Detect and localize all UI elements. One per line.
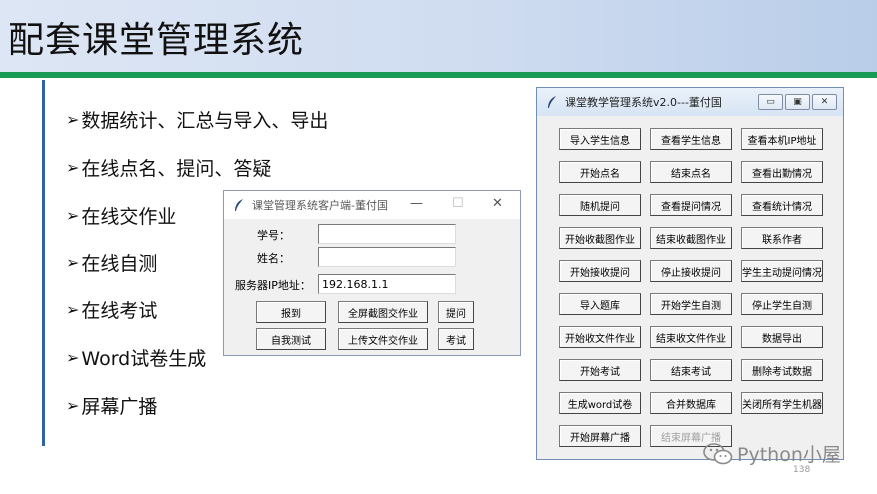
bullet-marker-icon: ➢ bbox=[66, 347, 80, 367]
bullet-marker-icon: ➢ bbox=[66, 205, 80, 225]
delete-exam-data-button[interactable]: 删除考试数据 bbox=[741, 359, 823, 381]
bullet-text: 在线自测 bbox=[81, 252, 158, 275]
start-broadcast-button[interactable]: 开始屏幕广播 bbox=[559, 425, 641, 447]
feather-icon bbox=[548, 96, 556, 108]
client-window: 课堂管理系统客户端-董付国 — ☐ ✕ 学号： 姓名： 服务器IP地址： 192… bbox=[223, 190, 521, 356]
screenshot-homework-button[interactable]: 全屏截图交作业 bbox=[338, 301, 428, 323]
name-label: 姓名： bbox=[257, 252, 290, 265]
close-button[interactable]: ✕ bbox=[492, 196, 503, 211]
bullet-marker-icon: ➢ bbox=[66, 299, 80, 319]
maximize-button[interactable]: ▣ bbox=[785, 94, 810, 110]
close-button[interactable]: ✕ bbox=[812, 94, 837, 110]
feather-icon bbox=[235, 199, 243, 211]
teacher-window-title: 课堂教学管理系统v2.0---董付国 bbox=[565, 96, 722, 109]
student-questions-button[interactable]: 学生主动提问情况 bbox=[741, 260, 823, 282]
start-exam-button[interactable]: 开始考试 bbox=[559, 359, 641, 381]
bullet-item: ➢ 在线点名、提问、答疑 bbox=[66, 152, 271, 182]
name-input[interactable] bbox=[318, 247, 456, 267]
generate-word-exam-button[interactable]: 生成word试卷 bbox=[559, 392, 641, 414]
side-divider bbox=[42, 80, 45, 446]
page-number: 138 bbox=[793, 465, 811, 475]
slide-header: 配套课堂管理系统 bbox=[0, 0, 877, 72]
header-divider bbox=[0, 72, 877, 78]
end-screenshot-homework-button[interactable]: 结束收截图作业 bbox=[650, 227, 732, 249]
start-roll-call-button[interactable]: 开始点名 bbox=[559, 161, 641, 183]
bullet-item: ➢ 数据统计、汇总与导入、导出 bbox=[66, 104, 328, 134]
shutdown-students-button[interactable]: 关闭所有学生机器 bbox=[741, 392, 823, 414]
bullet-text: 在线考试 bbox=[81, 299, 158, 322]
import-question-bank-button[interactable]: 导入题库 bbox=[559, 293, 641, 315]
slide-title: 配套课堂管理系统 bbox=[8, 20, 305, 61]
bullet-text: 数据统计、汇总与导入、导出 bbox=[81, 109, 329, 132]
end-roll-call-button[interactable]: 结束点名 bbox=[650, 161, 732, 183]
bullet-item: ➢ Word试卷生成 bbox=[66, 342, 206, 372]
bullet-text: 在线点名、提问、答疑 bbox=[81, 157, 272, 180]
student-id-input[interactable] bbox=[318, 224, 456, 244]
bullet-item: ➢ 在线交作业 bbox=[66, 200, 176, 230]
merge-database-button[interactable]: 合并数据库 bbox=[650, 392, 732, 414]
bullet-marker-icon: ➢ bbox=[66, 252, 80, 272]
minimize-button[interactable]: — bbox=[410, 196, 423, 211]
bullet-text: 在线交作业 bbox=[81, 205, 177, 228]
minimize-button[interactable]: ▭ bbox=[758, 94, 783, 110]
view-students-button[interactable]: 查看学生信息 bbox=[650, 128, 732, 150]
import-students-button[interactable]: 导入学生信息 bbox=[559, 128, 641, 150]
upload-homework-button[interactable]: 上传文件交作业 bbox=[338, 328, 428, 350]
server-ip-label: 服务器IP地址： bbox=[235, 279, 311, 292]
bullet-item: ➢ 在线考试 bbox=[66, 294, 157, 324]
server-ip-input[interactable]: 192.168.1.1 bbox=[318, 274, 456, 294]
bullet-marker-icon: ➢ bbox=[66, 109, 80, 129]
client-window-title: 课堂管理系统客户端-董付国 bbox=[252, 199, 388, 212]
export-data-button[interactable]: 数据导出 bbox=[741, 326, 823, 348]
end-file-homework-button[interactable]: 结束收文件作业 bbox=[650, 326, 732, 348]
bullet-text: 屏幕广播 bbox=[81, 395, 158, 418]
view-statistics-button[interactable]: 查看统计情况 bbox=[741, 194, 823, 216]
ask-question-button[interactable]: 提问 bbox=[438, 301, 474, 323]
view-attendance-button[interactable]: 查看出勤情况 bbox=[741, 161, 823, 183]
start-self-test-button[interactable]: 开始学生自测 bbox=[650, 293, 732, 315]
end-exam-button[interactable]: 结束考试 bbox=[650, 359, 732, 381]
watermark-text: Python小屋 bbox=[737, 444, 841, 466]
start-screenshot-homework-button[interactable]: 开始收截图作业 bbox=[559, 227, 641, 249]
view-ip-button[interactable]: 查看本机IP地址 bbox=[741, 128, 823, 150]
bullet-item: ➢ 在线自测 bbox=[66, 247, 157, 277]
bullet-item: ➢ 屏幕广播 bbox=[66, 390, 157, 420]
stop-receive-questions-button[interactable]: 停止接收提问 bbox=[650, 260, 732, 282]
teacher-window: 课堂教学管理系统v2.0---董付国 ▭ ▣ ✕ 导入学生信息 查看学生信息 查… bbox=[536, 87, 844, 460]
random-question-button[interactable]: 随机提问 bbox=[559, 194, 641, 216]
view-questions-button[interactable]: 查看提问情况 bbox=[650, 194, 732, 216]
maximize-button[interactable]: ☐ bbox=[452, 196, 464, 211]
start-file-homework-button[interactable]: 开始收文件作业 bbox=[559, 326, 641, 348]
bullet-marker-icon: ➢ bbox=[66, 157, 80, 177]
watermark: Python小屋 bbox=[703, 440, 841, 467]
wechat-icon bbox=[703, 442, 733, 464]
contact-author-button[interactable]: 联系作者 bbox=[741, 227, 823, 249]
self-test-button[interactable]: 自我测试 bbox=[256, 328, 326, 350]
check-in-button[interactable]: 报到 bbox=[256, 301, 326, 323]
stop-self-test-button[interactable]: 停止学生自测 bbox=[741, 293, 823, 315]
exam-button[interactable]: 考试 bbox=[438, 328, 474, 350]
bullet-marker-icon: ➢ bbox=[66, 395, 80, 415]
bullet-text: Word试卷生成 bbox=[81, 347, 207, 370]
start-receive-questions-button[interactable]: 开始接收提问 bbox=[559, 260, 641, 282]
client-titlebar[interactable]: 课堂管理系统客户端-董付国 bbox=[224, 191, 520, 219]
window-controls: ▭ ▣ ✕ bbox=[758, 94, 837, 110]
student-id-label: 学号： bbox=[257, 229, 290, 242]
